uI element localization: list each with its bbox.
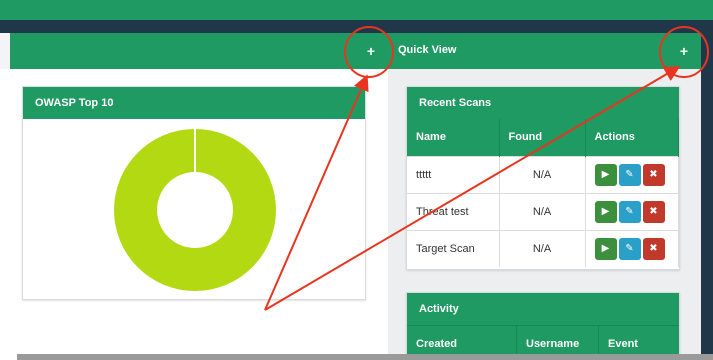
annotation-circle-right bbox=[659, 26, 709, 78]
annotation-circle-left bbox=[344, 26, 394, 78]
annotation-arrow-right bbox=[264, 65, 681, 311]
annotation-overlay bbox=[264, 26, 709, 311]
annotation-arrow-left bbox=[264, 74, 369, 311]
